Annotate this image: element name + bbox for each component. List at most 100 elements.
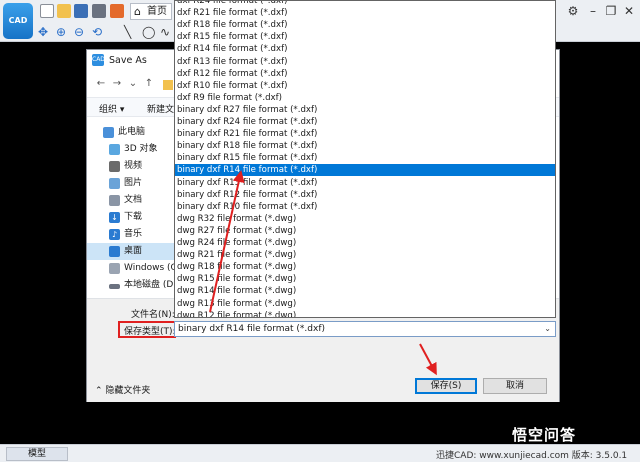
nav-item-label: 下载 bbox=[124, 212, 143, 222]
organize-button[interactable]: 组织 ▾ bbox=[99, 102, 124, 115]
recent-chevron-icon[interactable]: ⌄ bbox=[127, 77, 139, 91]
cancel-button[interactable]: 取消 bbox=[483, 378, 547, 394]
nav-item-pictures[interactable]: 图片 bbox=[87, 175, 175, 192]
zoom-window-icon[interactable]: ⊕ bbox=[56, 25, 70, 39]
dropdown-option[interactable]: dwg R24 file format (*.dwg) bbox=[175, 237, 555, 249]
dropdown-option[interactable]: dwg R15 file format (*.dwg) bbox=[175, 273, 555, 285]
forward-arrow-icon[interactable]: → bbox=[111, 77, 123, 91]
dropdown-option[interactable]: dwg R13 file format (*.dwg) bbox=[175, 298, 555, 310]
watermark-text: 悟空问答 bbox=[512, 426, 577, 444]
dropdown-option[interactable]: binary dxf R18 file format (*.dxf) bbox=[175, 140, 555, 152]
up-arrow-icon[interactable]: ↑ bbox=[143, 77, 155, 91]
music-icon: ♪ bbox=[109, 229, 120, 240]
dropdown-option[interactable]: dwg R27 file format (*.dwg) bbox=[175, 225, 555, 237]
app-logo[interactable]: CAD bbox=[3, 3, 33, 39]
minimize-icon[interactable]: – bbox=[586, 4, 600, 18]
dropdown-option[interactable]: dxf R12 file format (*.dxf) bbox=[175, 68, 555, 80]
nav-item-label: 视频 bbox=[124, 161, 143, 171]
nav-item-videos[interactable]: 视频 bbox=[87, 158, 175, 175]
dialog-title: Save As bbox=[109, 55, 147, 66]
nav-item-music[interactable]: ♪ 音乐 bbox=[87, 226, 175, 243]
dropdown-option[interactable]: binary dxf R10 file format (*.dxf) bbox=[175, 201, 555, 213]
document-icon bbox=[109, 195, 120, 206]
cube-icon bbox=[109, 144, 120, 155]
dropdown-option[interactable]: binary dxf R14 file format (*.dxf) bbox=[175, 164, 555, 177]
filetype-dropdown-list[interactable]: dxf R24 file format (*.dxf) dxf R21 file … bbox=[174, 0, 556, 318]
dropdown-option[interactable]: binary dxf R13 file format (*.dxf) bbox=[175, 177, 555, 189]
dropdown-option[interactable]: binary dxf R12 file format (*.dxf) bbox=[175, 189, 555, 201]
dropdown-option[interactable]: binary dxf R24 file format (*.dxf) bbox=[175, 116, 555, 128]
desktop-icon bbox=[109, 246, 120, 257]
dropdown-option[interactable]: binary dxf R15 file format (*.dxf) bbox=[175, 152, 555, 164]
nav-item-windows-drive[interactable]: Windows (C: bbox=[87, 260, 175, 277]
nav-item-label: 文档 bbox=[124, 195, 143, 205]
dropdown-option[interactable]: dxf R13 file format (*.dxf) bbox=[175, 56, 555, 68]
nav-item-label: 桌面 bbox=[124, 246, 143, 256]
save-icon[interactable] bbox=[74, 4, 88, 18]
video-icon bbox=[109, 161, 120, 172]
nav-item-local-disk[interactable]: 本地磁盘 (D:) bbox=[87, 277, 175, 294]
chevron-up-icon: ⌃ bbox=[95, 386, 106, 396]
nav-item-desktop[interactable]: 桌面 bbox=[87, 243, 175, 260]
chevron-down-icon: ⌄ bbox=[544, 324, 551, 333]
dropdown-option[interactable]: dwg R18 file format (*.dwg) bbox=[175, 261, 555, 273]
rotate-icon[interactable]: ⟲ bbox=[92, 25, 106, 39]
close-icon[interactable]: ✕ bbox=[622, 4, 636, 18]
nav-item-downloads[interactable]: ↓ 下载 bbox=[87, 209, 175, 226]
nav-item-documents[interactable]: 文档 bbox=[87, 192, 175, 209]
dropdown-option[interactable]: dwg R12 file format (*.dwg) bbox=[175, 310, 555, 317]
computer-icon bbox=[103, 127, 114, 138]
dropdown-option[interactable]: dxf R10 file format (*.dxf) bbox=[175, 80, 555, 92]
back-arrow-icon[interactable]: ← bbox=[95, 77, 107, 91]
dropdown-option[interactable]: dwg R14 file format (*.dwg) bbox=[175, 285, 555, 297]
dropdown-option[interactable]: binary dxf R21 file format (*.dxf) bbox=[175, 128, 555, 140]
open-file-icon[interactable] bbox=[57, 4, 71, 18]
status-bar: 模型 迅捷CAD: www.xunjiecad.com 版本: 3.5.0.1 bbox=[0, 444, 640, 462]
dropdown-option[interactable]: binary dxf R27 file format (*.dxf) bbox=[175, 104, 555, 116]
picture-icon bbox=[109, 178, 120, 189]
nav-item-label: 图片 bbox=[124, 178, 143, 188]
dropdown-option[interactable]: dxf R15 file format (*.dxf) bbox=[175, 31, 555, 43]
dropdown-option[interactable]: dxf R18 file format (*.dxf) bbox=[175, 19, 555, 31]
save-button[interactable]: 保存(S) bbox=[415, 378, 477, 394]
cad-app-icon: CAD bbox=[92, 54, 105, 66]
app-window: CAD ⌂ 首页 ✥ ⊕ ⊖ ⟲ ╲ ◯ ∿ ⚙ – ❐ ✕ CAD Save A… bbox=[0, 0, 640, 462]
windows-drive-icon bbox=[109, 263, 120, 274]
filetype-select-value: binary dxf R14 file format (*.dxf) bbox=[178, 324, 326, 334]
dropdown-option[interactable]: dxf R14 file format (*.dxf) bbox=[175, 43, 555, 55]
nav-item-label: 3D 对象 bbox=[124, 144, 158, 154]
dropdown-option[interactable]: dxf R21 file format (*.dxf) bbox=[175, 7, 555, 19]
print-icon[interactable] bbox=[92, 4, 106, 18]
line-tool-icon[interactable]: ╲ bbox=[124, 25, 138, 39]
move-icon[interactable]: ✥ bbox=[38, 25, 52, 39]
dropdown-option[interactable]: dxf R9 file format (*.dxf) bbox=[175, 92, 555, 104]
filetype-select[interactable]: binary dxf R14 file format (*.dxf) ⌄ bbox=[174, 321, 556, 337]
circle-tool-icon[interactable]: ◯ bbox=[142, 25, 156, 39]
nav-item-label: 音乐 bbox=[124, 229, 143, 239]
curve-tool-icon[interactable]: ∿ bbox=[160, 25, 174, 39]
nav-item-this-pc[interactable]: 此电脑 bbox=[87, 124, 175, 141]
new-folder-button[interactable]: 新建文 bbox=[147, 102, 174, 115]
tab-home-label: 首页 bbox=[147, 6, 167, 17]
version-info: 迅捷CAD: www.xunjiecad.com 版本: 3.5.0.1 bbox=[436, 451, 628, 461]
download-icon: ↓ bbox=[109, 212, 120, 223]
new-file-icon[interactable] bbox=[40, 4, 54, 18]
nav-item-3d-objects[interactable]: 3D 对象 bbox=[87, 141, 175, 158]
gear-icon[interactable]: ⚙ bbox=[566, 4, 580, 18]
tab-home[interactable]: ⌂ 首页 bbox=[130, 3, 172, 20]
tab-model[interactable]: 模型 bbox=[6, 447, 68, 461]
folder-icon bbox=[163, 80, 173, 90]
dropdown-option[interactable]: dxf R24 file format (*.dxf) bbox=[175, 1, 555, 7]
navigation-pane: 此电脑 3D 对象 视频 图片 文档 ↓ 下载 ♪ 音乐 桌面 Windows (C… bbox=[87, 120, 175, 298]
home-icon: ⌂ bbox=[134, 5, 141, 18]
nav-item-label: 本地磁盘 (D:) bbox=[124, 280, 175, 290]
nav-item-label: Windows (C: bbox=[124, 263, 175, 273]
nav-item-label: 此电脑 bbox=[118, 127, 146, 137]
hide-folders-toggle[interactable]: ⌃ 隐藏文件夹 bbox=[95, 383, 150, 396]
dropdown-option[interactable]: dwg R21 file format (*.dwg) bbox=[175, 249, 555, 261]
dropdown-option[interactable]: dwg R32 file format (*.dwg) bbox=[175, 213, 555, 225]
zoom-extents-icon[interactable]: ⊖ bbox=[74, 25, 88, 39]
disk-icon bbox=[109, 284, 120, 289]
export-icon[interactable] bbox=[110, 4, 124, 18]
restore-icon[interactable]: ❐ bbox=[604, 4, 618, 18]
